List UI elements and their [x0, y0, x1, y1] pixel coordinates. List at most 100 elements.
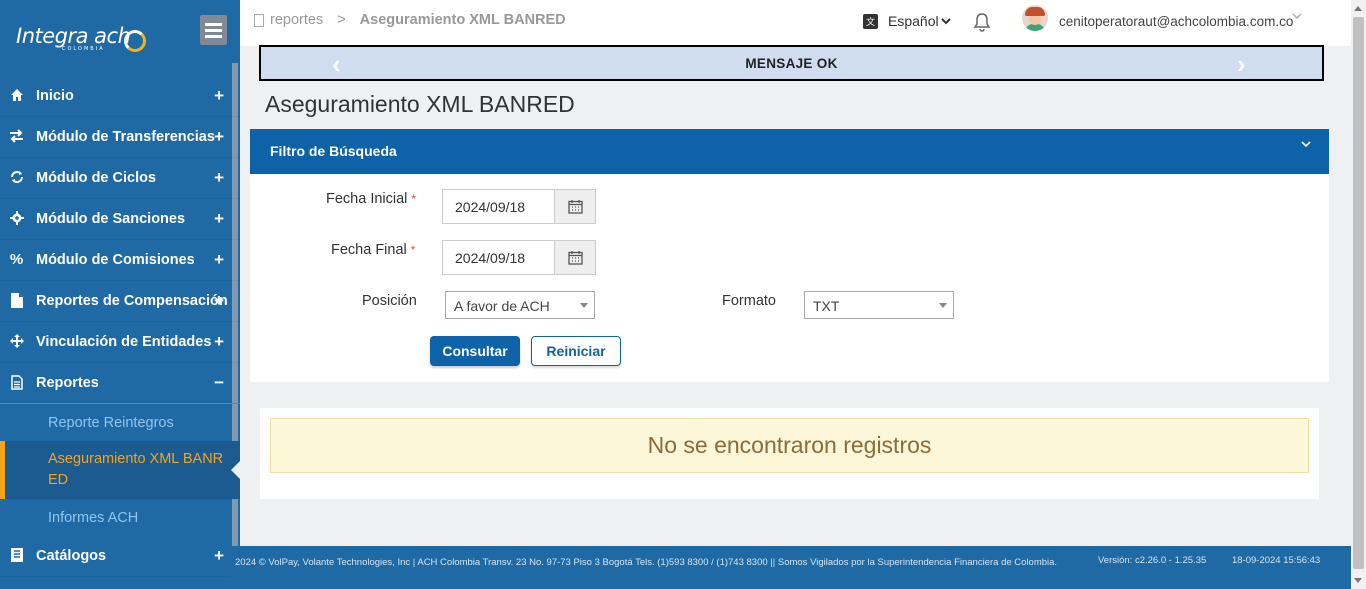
fecha-final-field[interactable]: 2024/09/18	[442, 240, 596, 275]
formato-label: Formato	[722, 293, 776, 309]
sidebar-item-label: Reportes de Compensación	[36, 293, 228, 309]
posicion-select[interactable]: A favor de ACH	[445, 291, 595, 319]
logo-subtext: COLOMBIA	[62, 46, 105, 52]
percent-icon: %	[9, 251, 24, 268]
logo-ring-icon	[124, 30, 146, 52]
chevron-left-icon[interactable]: ‹	[332, 49, 341, 80]
sidebar: Integra ach COLOMBIA Inicio + Módulo de …	[0, 0, 240, 589]
chevron-right-icon[interactable]: ›	[1237, 49, 1246, 80]
refresh-icon	[9, 170, 24, 186]
sidebar-item-label: Catálogos	[36, 548, 107, 564]
brand-area: Integra ach COLOMBIA	[0, 0, 240, 76]
reiniciar-button[interactable]: Reiniciar	[531, 336, 621, 366]
filter-panel-title: Filtro de Búsqueda	[270, 143, 397, 159]
user-email[interactable]: cenitoperatoraut@achcolombia.com.co	[1059, 14, 1293, 29]
results-panel: No se encontraron registros	[260, 408, 1319, 499]
message-text: MENSAJE OK	[745, 55, 838, 71]
scroll-down-icon[interactable]	[1354, 578, 1362, 583]
footer-version: Versión: c2.26.0 - 1.25.35	[1098, 555, 1207, 566]
gear-icon	[9, 211, 24, 227]
file-text-icon	[9, 375, 24, 391]
required-mark: *	[411, 192, 417, 206]
home-icon	[9, 88, 24, 104]
posicion-label: Posición	[362, 293, 417, 309]
footer-timestamp: 18-09-2024 15:56:43	[1232, 555, 1321, 566]
chevron-down-icon	[940, 17, 951, 24]
sidebar-item-ciclos[interactable]: Módulo de Ciclos +	[0, 158, 240, 199]
message-banner: ‹ MENSAJE OK ›	[259, 45, 1324, 81]
breadcrumb-separator: >	[337, 12, 346, 28]
filter-panel-header[interactable]: Filtro de Búsqueda	[250, 129, 1329, 174]
language-selector[interactable]: 文 Español	[863, 13, 951, 29]
fecha-inicial-label: Fecha Inicial *	[326, 191, 416, 207]
sidebar-item-transferencias[interactable]: Módulo de Transferencias +	[0, 117, 240, 158]
required-mark: *	[410, 243, 416, 257]
sidebar-subitem-reporte-reintegros[interactable]: Reporte Reintegros	[0, 404, 240, 441]
hamburger-menu-button[interactable]	[200, 15, 227, 45]
sidebar-item-reportes-compensacion[interactable]: Reportes de Compensación +	[0, 281, 240, 322]
footer: 2024 © VolPay, Volante Technologies, Inc…	[230, 546, 1351, 589]
fecha-inicial-field[interactable]: 2024/09/18	[442, 189, 596, 224]
expand-icon: +	[214, 209, 224, 228]
fecha-inicial-input[interactable]: 2024/09/18	[443, 190, 554, 223]
book-icon	[9, 548, 24, 564]
expand-icon: +	[214, 250, 224, 269]
sidebar-item-comisiones[interactable]: % Módulo de Comisiones +	[0, 240, 240, 281]
calendar-icon[interactable]	[554, 190, 595, 223]
document-icon	[254, 13, 264, 27]
logo-text: Integra ach	[16, 24, 131, 48]
top-bar: reportes > Aseguramiento XML BANRED 文 Es…	[240, 0, 1351, 46]
breadcrumb: reportes > Aseguramiento XML BANRED	[254, 12, 566, 28]
sidebar-item-label: Módulo de Ciclos	[36, 170, 157, 186]
chevron-down-icon[interactable]	[1301, 141, 1311, 148]
sidebar-menu: Inicio + Módulo de Transferencias + Módu…	[0, 76, 240, 577]
empty-results-alert: No se encontraron registros	[270, 418, 1309, 473]
breadcrumb-current: Aseguramiento XML BANRED	[359, 12, 566, 28]
bell-icon[interactable]	[973, 12, 991, 32]
scrollbar-thumb[interactable]	[1353, 17, 1364, 569]
logo: Integra ach COLOMBIA	[16, 24, 131, 52]
breadcrumb-root[interactable]: reportes	[270, 12, 323, 28]
reportes-submenu: Reporte Reintegros Aseguramiento XML BAN…	[0, 404, 240, 536]
caret-down-icon	[939, 303, 947, 308]
language-label: Español	[888, 13, 939, 29]
scroll-up-icon[interactable]	[1354, 6, 1362, 11]
expand-icon: +	[214, 332, 224, 351]
sidebar-item-sanciones[interactable]: Módulo de Sanciones +	[0, 199, 240, 240]
consultar-button[interactable]: Consultar	[430, 336, 520, 366]
formato-select[interactable]: TXT	[804, 291, 954, 319]
expand-icon: +	[214, 127, 224, 146]
expand-icon: +	[214, 86, 224, 105]
sidebar-subitem-aseguramiento-xml[interactable]: Aseguramiento XML BANRED	[0, 441, 240, 499]
sidebar-item-vinculacion[interactable]: Vinculación de Entidades +	[0, 322, 240, 363]
page-title: Aseguramiento XML BANRED	[265, 91, 575, 117]
sidebar-item-label: Reportes	[36, 375, 99, 391]
avatar[interactable]	[1022, 5, 1048, 31]
formato-value: TXT	[813, 298, 840, 314]
file-icon	[9, 293, 24, 309]
caret-down-icon	[580, 303, 588, 308]
exchange-icon	[9, 129, 24, 145]
footer-copyright: 2024 © VolPay, Volante Technologies, Inc…	[235, 557, 1058, 568]
sidebar-item-label: Módulo de Transferencias	[36, 129, 215, 145]
fecha-final-input[interactable]: 2024/09/18	[443, 241, 554, 274]
calendar-icon[interactable]	[554, 241, 595, 274]
sidebar-item-label: Módulo de Comisiones	[36, 252, 195, 268]
sidebar-item-label: Vinculación de Entidades	[36, 334, 212, 350]
page-scrollbar[interactable]	[1351, 0, 1366, 589]
sidebar-subitem-informes-ach[interactable]: Informes ACH	[0, 499, 240, 536]
filter-panel-body: Fecha Inicial * 2024/09/18 Fecha Final * 2…	[250, 174, 1329, 382]
expand-icon: +	[214, 168, 224, 187]
translate-icon: 文	[863, 13, 878, 29]
collapse-icon: −	[214, 373, 224, 392]
sidebar-item-reportes[interactable]: Reportes −	[0, 363, 240, 404]
posicion-value: A favor de ACH	[454, 298, 550, 314]
sidebar-item-inicio[interactable]: Inicio +	[0, 76, 240, 117]
expand-icon: +	[214, 546, 224, 565]
sidebar-item-label: Módulo de Sanciones	[36, 211, 186, 227]
chevron-down-icon[interactable]	[1292, 13, 1302, 20]
arrows-icon	[9, 334, 24, 350]
fecha-final-label-text: Fecha Final	[331, 242, 407, 258]
fecha-inicial-label-text: Fecha Inicial	[326, 191, 408, 207]
sidebar-item-catalogos[interactable]: Catálogos +	[0, 536, 240, 577]
